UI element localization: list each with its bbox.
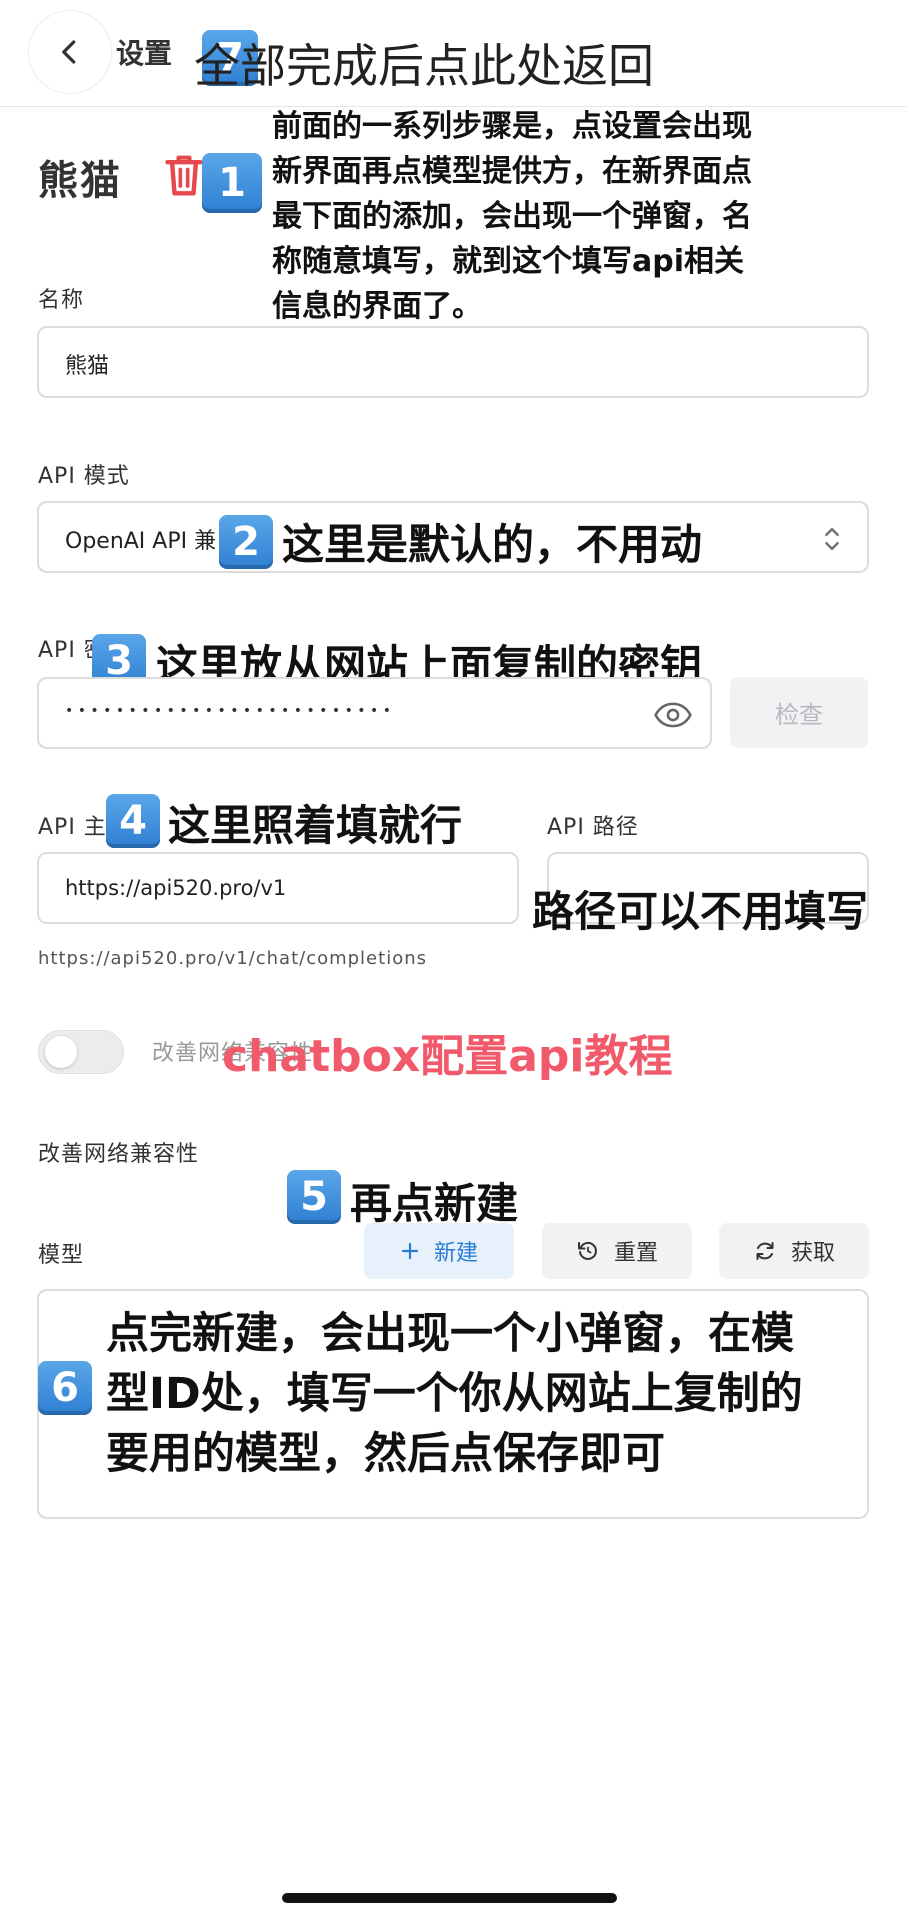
provider-name: 熊猫 bbox=[38, 158, 122, 204]
chevron-left-icon bbox=[62, 40, 76, 64]
plus-icon bbox=[401, 1242, 419, 1260]
api-path-label: API 路径 bbox=[547, 815, 639, 840]
trash-icon bbox=[165, 155, 203, 196]
step-4-annotation: 这里照着填就行 bbox=[168, 801, 463, 850]
delete-button[interactable] bbox=[162, 150, 206, 204]
step-6-badge: 6 bbox=[38, 1361, 92, 1415]
name-label: 名称 bbox=[38, 288, 85, 313]
api-mode-label: API 模式 bbox=[38, 464, 130, 489]
api-key-input[interactable]: • • • • • • • • • • • • • • • • • • • • … bbox=[37, 677, 712, 749]
name-input[interactable]: 熊猫 bbox=[37, 326, 869, 398]
endpoint-hint: https://api520.pro/v1/chat/completions bbox=[38, 948, 427, 969]
compat-toggle[interactable] bbox=[38, 1030, 124, 1074]
path-annotation: 路径可以不用填写 bbox=[532, 887, 869, 936]
fetch-button[interactable]: 获取 bbox=[719, 1223, 869, 1279]
step-2-badge: 2 bbox=[219, 515, 273, 569]
toggle-knob bbox=[45, 1036, 77, 1068]
tutorial-watermark: chatbox配置api教程 bbox=[222, 1031, 673, 1082]
step-2-annotation: 这里是默认的，不用动 bbox=[282, 520, 703, 569]
page-title: 设置 bbox=[116, 37, 173, 70]
step-4-badge: 4 bbox=[106, 794, 160, 848]
step-1-badge: 1 bbox=[202, 153, 262, 213]
step-6-annotation: 点完新建，会出现一个小弹窗，在模 型ID处，填写一个你从网站上复制的 要用的模型… bbox=[106, 1309, 803, 1479]
new-model-button[interactable]: 新建 bbox=[364, 1223, 514, 1279]
home-indicator bbox=[282, 1893, 617, 1903]
api-host-input[interactable]: https://api520.pro/v1 bbox=[37, 852, 519, 924]
api-key-masked-value: • • • • • • • • • • • • • • • • • • • • … bbox=[65, 703, 391, 719]
api-mode-value: OpenAI API 兼 bbox=[65, 529, 217, 554]
back-button[interactable] bbox=[28, 10, 112, 94]
refresh-icon bbox=[756, 1242, 774, 1260]
step-5-badge: 5 bbox=[287, 1170, 341, 1224]
step-7-annotation: 全部完成后点此处返回 bbox=[194, 39, 654, 93]
name-input-value: 熊猫 bbox=[65, 354, 110, 379]
step-5-annotation: 再点新建 bbox=[350, 1179, 519, 1228]
eye-icon[interactable] bbox=[654, 701, 692, 729]
select-updown-icon bbox=[825, 527, 839, 551]
compat-label: 改善网络兼容性 bbox=[38, 1142, 200, 1167]
step-1-annotation: 前面的一系列步骤是，点设置会出现 新界面再点模型提供方，在新界面点 最下面的添加… bbox=[272, 109, 752, 324]
models-label: 模型 bbox=[38, 1243, 85, 1268]
api-host-value: https://api520.pro/v1 bbox=[65, 876, 287, 900]
reset-icon bbox=[577, 1241, 597, 1260]
reset-button[interactable]: 重置 bbox=[542, 1223, 692, 1279]
check-button[interactable]: 检查 bbox=[730, 677, 868, 748]
